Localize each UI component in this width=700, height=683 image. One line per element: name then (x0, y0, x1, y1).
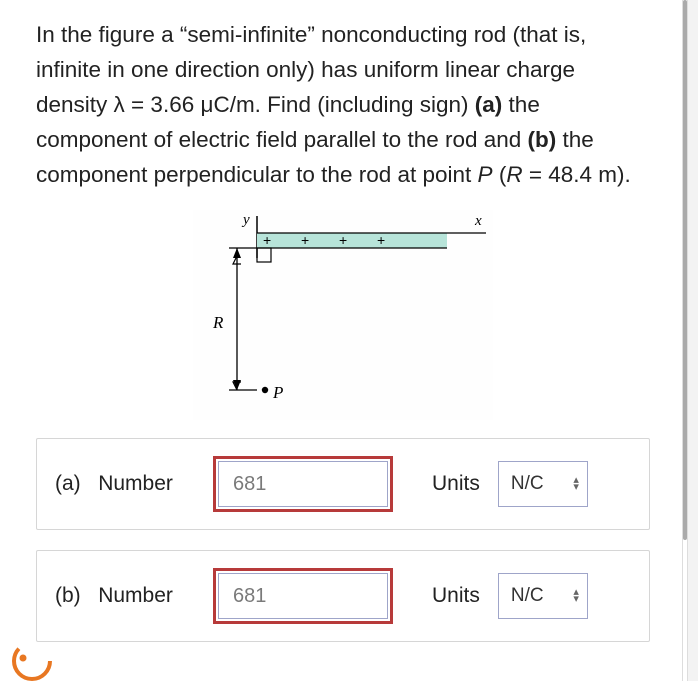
answer-b-units-select[interactable]: N/C ▴▾ (498, 573, 588, 619)
p-label: P (272, 383, 283, 402)
r-var: R (506, 162, 522, 187)
plus-icon: + (301, 232, 309, 248)
figure-diagram: y x + + + + R (193, 210, 493, 420)
point-var: P (478, 162, 493, 187)
scrollbar-track-outer[interactable] (688, 0, 698, 681)
answer-a-units-select[interactable]: N/C ▴▾ (498, 461, 588, 507)
part-b-marker: (b) (528, 127, 557, 152)
answer-a-number-input[interactable]: 681 (218, 461, 388, 507)
x-axis-label: x (474, 213, 482, 229)
answer-row-b: (b) Number 681 Units N/C ▴▾ (36, 550, 650, 642)
plus-icon: + (263, 232, 271, 248)
answer-b-number-input[interactable]: 681 (218, 573, 388, 619)
scrollbar-thumb[interactable] (683, 0, 687, 540)
answer-a-units-label: Units (432, 472, 480, 496)
r-label: R (212, 313, 224, 332)
problem-seg4: ( (493, 162, 507, 187)
part-a-marker: (a) (475, 92, 503, 117)
answer-a-label: (a) Number (55, 472, 200, 496)
plus-icon: + (339, 232, 347, 248)
y-axis-label: y (241, 212, 250, 228)
answer-b-label: (b) Number (55, 584, 200, 608)
answer-row-a: (a) Number 681 Units N/C ▴▾ (36, 438, 650, 530)
plus-icon: + (377, 232, 385, 248)
problem-statement: In the figure a “semi-infinite” noncondu… (36, 18, 650, 192)
brand-badge-icon (6, 631, 58, 683)
answer-b-units-label: Units (432, 584, 480, 608)
problem-seg5: = 48.4 m). (523, 162, 631, 187)
chevron-up-down-icon: ▴▾ (573, 477, 579, 491)
chevron-up-down-icon: ▴▾ (573, 589, 579, 603)
